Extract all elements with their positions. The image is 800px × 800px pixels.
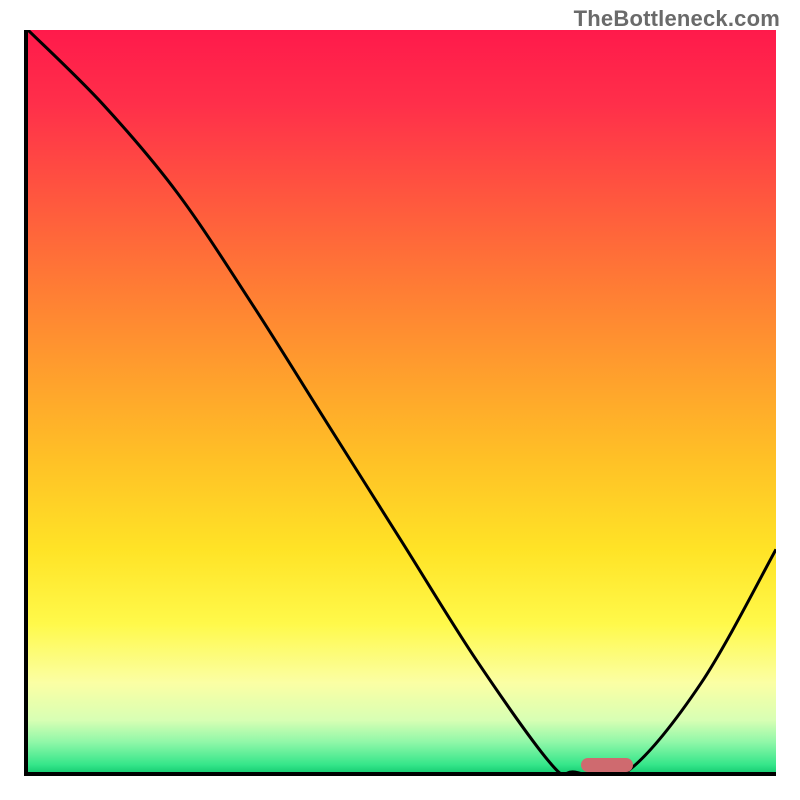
watermark-text: TheBottleneck.com — [574, 6, 780, 32]
chart-container: TheBottleneck.com — [0, 0, 800, 800]
bottleneck-line — [28, 30, 776, 772]
optimal-marker-icon — [581, 758, 634, 772]
plot-area — [24, 30, 776, 776]
